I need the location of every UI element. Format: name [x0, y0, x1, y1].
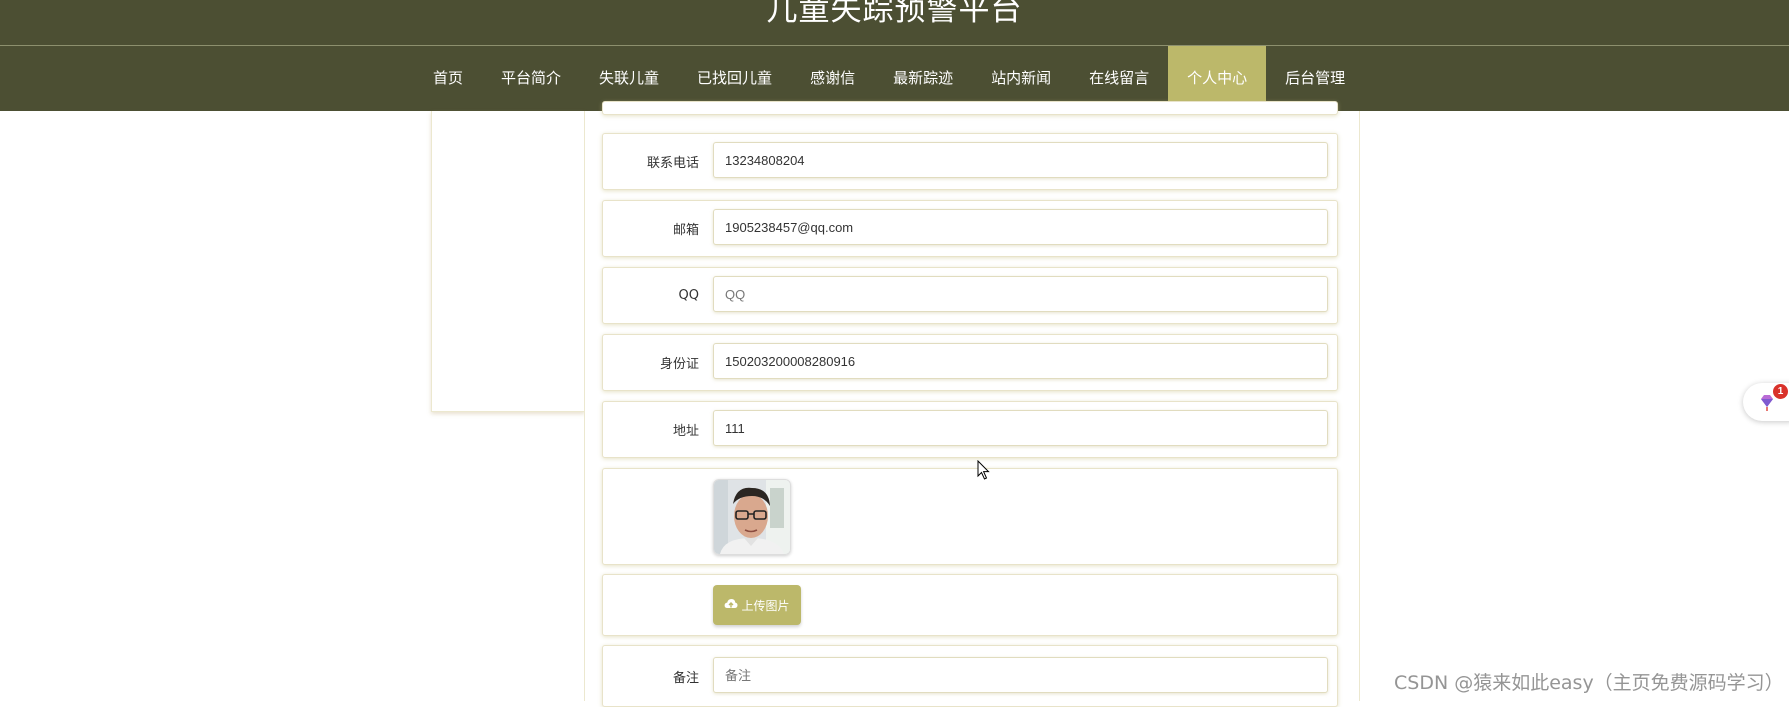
remark-input[interactable] [713, 657, 1328, 693]
remark-label: 备注 [672, 670, 699, 686]
form-row-avatar [602, 468, 1338, 565]
avatar-photo [714, 480, 790, 554]
upload-image-button[interactable]: 上传图片 [713, 585, 801, 625]
floating-helper-widget[interactable]: 1 [1743, 383, 1789, 421]
cloud-upload-icon [724, 598, 738, 613]
sidebar-panel [431, 111, 585, 412]
id-card-input[interactable] [713, 343, 1328, 379]
form-row-remark: 备注 [602, 645, 1338, 707]
email-label: 邮箱 [672, 223, 699, 238]
watermark: CSDN @猿来如此easy（主页免费源码学习） [1394, 672, 1784, 694]
address-input[interactable] [713, 410, 1328, 446]
nav-item-platform-intro[interactable]: 平台简介 [482, 46, 580, 111]
avatar [713, 479, 791, 555]
form-row-qq: QQ [602, 267, 1338, 324]
form-row-id-card: 身份证 [602, 334, 1338, 391]
email-input[interactable] [713, 209, 1328, 245]
profile-form: 联系电话 邮箱 QQ 身份证 地址 [584, 101, 1360, 707]
form-row-partial [602, 101, 1338, 115]
notification-badge: 1 [1773, 384, 1788, 399]
upload-image-label: 上传图片 [741, 598, 790, 613]
phone-label: 联系电话 [646, 156, 699, 171]
form-row-upload: 上传图片 [602, 574, 1338, 636]
nav-item-home[interactable]: 首页 [414, 46, 482, 111]
qq-label: QQ [678, 288, 699, 303]
mouse-cursor-icon [977, 459, 991, 485]
form-row-email: 邮箱 [602, 200, 1338, 257]
form-row-address: 地址 [602, 401, 1338, 458]
header-bar: 儿童失踪预警平台 [0, 0, 1789, 46]
address-label: 地址 [672, 424, 699, 439]
id-card-label: 身份证 [659, 357, 699, 372]
qq-input[interactable] [713, 276, 1328, 312]
gem-icon [1759, 394, 1775, 417]
form-row-phone: 联系电话 [602, 133, 1338, 190]
site-title: 儿童失踪预警平台 [766, 0, 1023, 28]
phone-input[interactable] [713, 142, 1328, 178]
